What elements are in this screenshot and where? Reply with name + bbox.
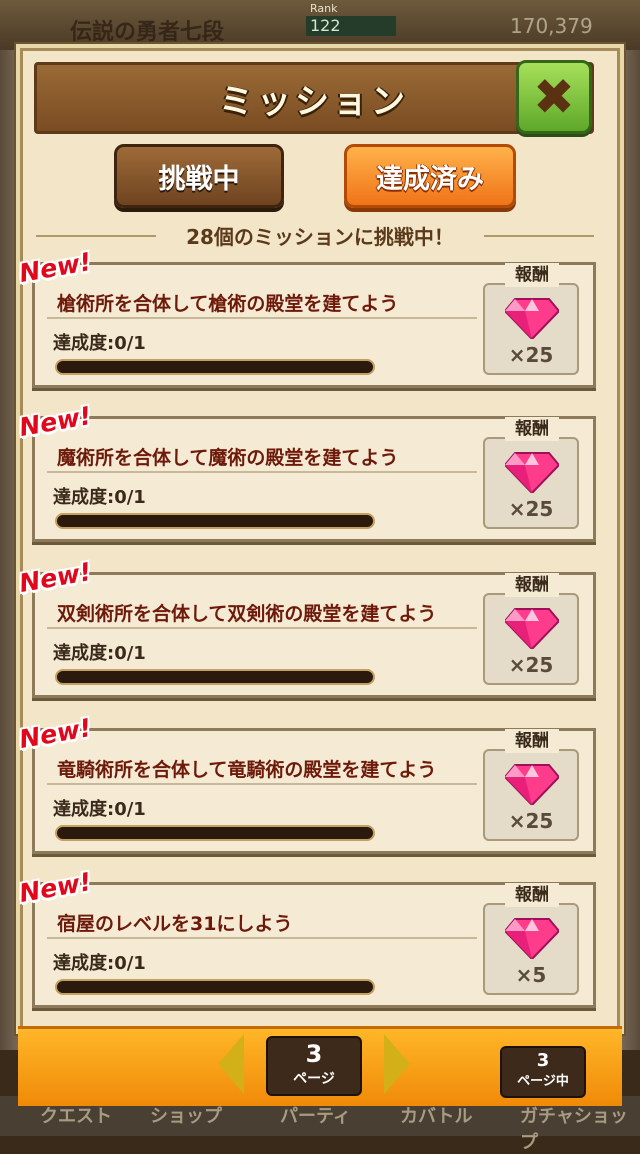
dialog-title-bar: ミッション [34, 62, 594, 134]
bottom-tab-gacha: ガチャショップ [520, 1106, 628, 1153]
player-name: 伝説の勇者七段 [70, 20, 225, 45]
close-button[interactable]: ✖ [516, 60, 592, 134]
current-page-indicator: 3 ページ [266, 1036, 362, 1096]
mission-card[interactable]: New! 槍術所を合体して槍術の殿堂を建てよう 達成度:0/1 報酬 ×25 [17, 247, 596, 388]
mission-name: 双剣術所を合体して双剣術の殿堂を建てよう [57, 603, 437, 625]
divider [47, 317, 477, 319]
divider [47, 937, 477, 939]
mission-name: 槍術所を合体して槍術の殿堂を建てよう [57, 293, 399, 315]
pink-gem-icon [505, 608, 559, 649]
reward-amount: ×5 [515, 963, 547, 987]
prev-page-arrow-icon[interactable] [218, 1034, 244, 1094]
progress-label: 達成度:0/1 [53, 953, 146, 974]
mission-name: 魔術所を合体して魔術の殿堂を建てよう [57, 447, 399, 469]
pink-gem-icon [505, 918, 559, 959]
background-header: 伝説の勇者七段 Rank 122 170,379 [0, 0, 640, 50]
mission-count-text: 28個のミッションに挑戦中！ [186, 224, 454, 249]
progress-bar [55, 669, 375, 685]
next-page-arrow-icon[interactable] [384, 1034, 410, 1094]
reward-amount: ×25 [508, 809, 554, 833]
close-x-icon: ✖ [533, 68, 575, 126]
reward-label: 報酬 [505, 263, 559, 287]
exp-value: 170,379 [510, 14, 593, 38]
progress-bar [55, 513, 375, 529]
progress-label: 達成度:0/1 [53, 333, 146, 354]
reward-label: 報酬 [505, 573, 559, 597]
progress-bar [55, 979, 375, 995]
pink-gem-icon [505, 298, 559, 339]
mission-card[interactable]: New! 竜騎術所を合体して竜騎術の殿堂を建てよう 達成度:0/1 報酬 ×25 [17, 713, 596, 854]
total-pages-unit: ページ中 [517, 1074, 569, 1089]
total-pages-indicator: 3 ページ中 [500, 1046, 586, 1098]
reward-label: 報酬 [505, 729, 559, 753]
progress-label: 達成度:0/1 [53, 799, 146, 820]
current-page-unit: ページ [293, 1071, 335, 1087]
progress-bar [55, 359, 375, 375]
reward-label: 報酬 [505, 883, 559, 907]
current-page-number: 3 [305, 1040, 323, 1068]
reward-amount: ×25 [508, 497, 554, 521]
rank-value: 122 [306, 16, 396, 36]
divider [47, 471, 477, 473]
tab-in-progress[interactable]: 挑戦中 [114, 144, 284, 208]
divider [47, 627, 477, 629]
dialog-title: ミッション [219, 81, 409, 122]
divider [47, 783, 477, 785]
progress-label: 達成度:0/1 [53, 487, 146, 508]
reward-label: 報酬 [505, 417, 559, 441]
tab-completed[interactable]: 達成済み [344, 144, 516, 208]
progress-bar [55, 825, 375, 841]
mission-card[interactable]: New! 宿屋のレベルを31にしよう 達成度:0/1 報酬 ×5 [17, 867, 596, 1008]
rank-label: Rank [310, 2, 338, 15]
pink-gem-icon [505, 452, 559, 493]
total-pages-number: 3 [536, 1050, 550, 1071]
mission-card[interactable]: New! 双剣術所を合体して双剣術の殿堂を建てよう 達成度:0/1 報酬 ×25 [17, 557, 596, 698]
reward-amount: ×25 [508, 653, 554, 677]
mission-card[interactable]: New! 魔術所を合体して魔術の殿堂を建てよう 達成度:0/1 報酬 ×25 [17, 401, 596, 542]
mission-name: 竜騎術所を合体して竜騎術の殿堂を建てよう [57, 759, 437, 781]
reward-amount: ×25 [508, 343, 554, 367]
mission-name: 宿屋のレベルを31にしよう [57, 913, 293, 935]
pink-gem-icon [505, 764, 559, 805]
progress-label: 達成度:0/1 [53, 643, 146, 664]
